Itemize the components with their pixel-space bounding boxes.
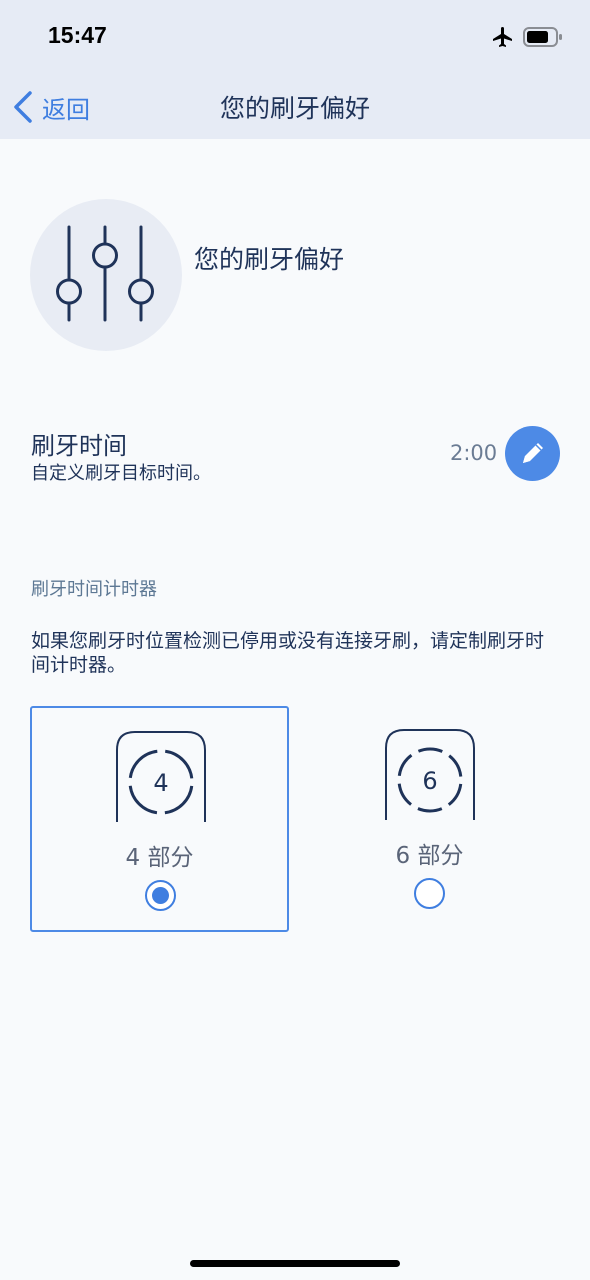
sliders-icon — [56, 225, 154, 322]
status-bar: 15:47 — [0, 0, 590, 75]
timer-section-title: 刷牙时间计时器 — [31, 579, 157, 600]
radio-4-sections[interactable] — [145, 880, 176, 911]
option-label: 6 部分 — [395, 843, 464, 869]
hero-title: 您的刷牙偏好 — [194, 245, 345, 274]
edit-brushing-time-button[interactable] — [505, 426, 560, 481]
timer-number: 6 — [422, 767, 437, 795]
timer-option-4-sections[interactable]: 4 4 部分 — [30, 706, 289, 932]
preferences-hero-badge — [30, 199, 182, 351]
airplane-icon — [493, 27, 512, 47]
radio-selected-dot — [152, 887, 169, 904]
timer-number: 4 — [153, 769, 168, 797]
brushing-time-title: 刷牙时间 — [31, 432, 127, 460]
option-label: 4 部分 — [125, 845, 194, 871]
brushing-time-value: 2:00 — [450, 441, 498, 465]
four-section-timer-icon: 4 — [116, 731, 206, 822]
battery-icon — [523, 27, 562, 47]
status-time: 15:47 — [48, 22, 107, 48]
navigation-bar: 返回 您的刷牙偏好 — [0, 75, 590, 139]
radio-6-sections[interactable] — [414, 878, 445, 909]
brushing-time-subtitle: 自定义刷牙目标时间。 — [31, 463, 211, 484]
page-title: 您的刷牙偏好 — [219, 94, 370, 123]
home-indicator[interactable] — [190, 1260, 400, 1267]
timer-description: 如果您刷牙时位置检测已停用或没有连接牙刷，请定制刷牙时间计时器。 — [31, 630, 545, 676]
timer-option-6-sections[interactable]: 6 6 部分 — [300, 706, 559, 932]
pencil-icon — [523, 443, 543, 463]
six-section-timer-icon: 6 — [385, 729, 475, 820]
